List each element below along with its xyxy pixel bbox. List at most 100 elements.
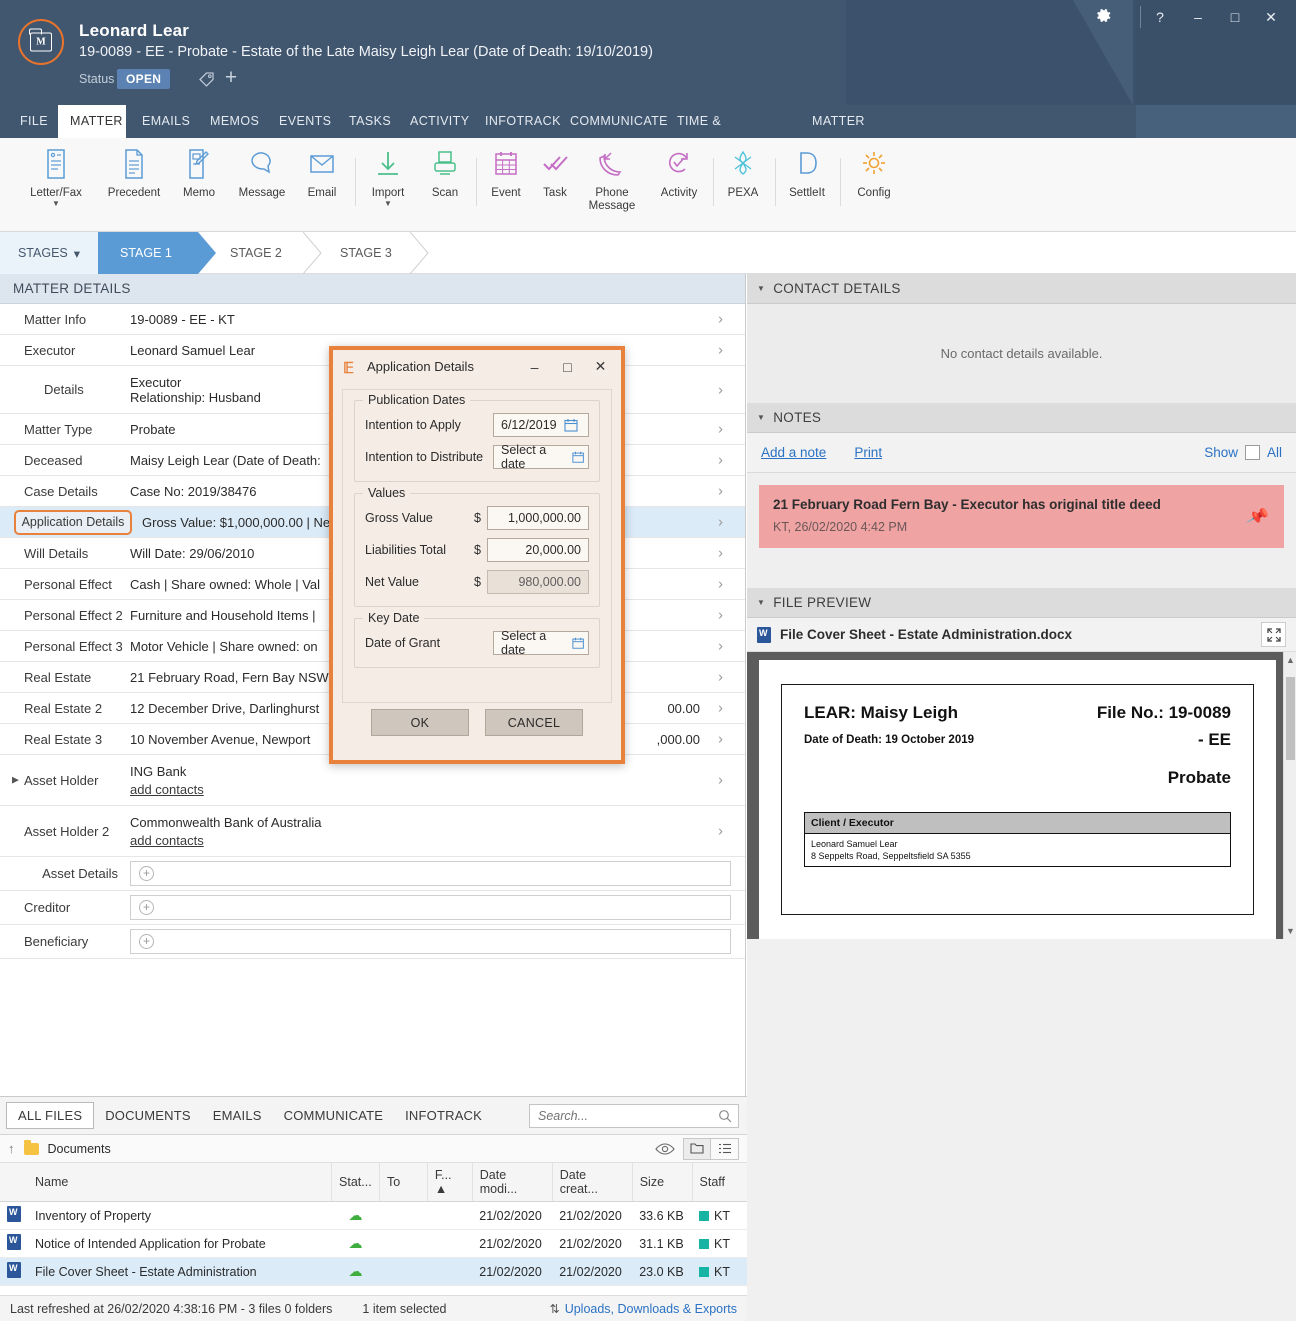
col-staff[interactable]: Staff xyxy=(692,1163,747,1202)
add-contacts-link[interactable]: add contacts xyxy=(130,833,204,848)
ribbon-config[interactable]: Config xyxy=(845,144,903,200)
ribbon-settleit[interactable]: SettleIt xyxy=(778,144,836,200)
help-button[interactable]: ? xyxy=(1144,5,1176,29)
col-from[interactable]: F... ▲ xyxy=(427,1163,473,1202)
intention-to-distribute-input[interactable]: Select a date xyxy=(493,443,589,471)
calendar-icon[interactable] xyxy=(564,418,578,432)
cancel-button[interactable]: CANCEL xyxy=(485,709,583,736)
ribbon-message[interactable]: Message xyxy=(233,144,291,200)
dialog-close-button[interactable]: ✕ xyxy=(584,353,617,380)
scroll-down-arrow-icon[interactable]: ▼ xyxy=(1284,923,1296,939)
liabilities-total-input[interactable]: 20,000.00 xyxy=(487,537,589,562)
col-date-created[interactable]: Date creat... xyxy=(552,1163,633,1202)
note-item[interactable]: 21 February Road Fern Bay - Executor has… xyxy=(759,485,1284,548)
chevron-down-icon[interactable]: ▼ xyxy=(27,200,85,208)
tab-events[interactable]: EVENTS xyxy=(267,105,331,138)
scroll-up-arrow-icon[interactable]: ▲ xyxy=(1284,652,1296,668)
preview-scrollbar[interactable]: ▲ ▼ xyxy=(1283,652,1296,939)
ribbon-email[interactable]: Email xyxy=(293,144,351,200)
plus-circle-icon[interactable]: + xyxy=(139,866,154,881)
ok-button[interactable]: OK xyxy=(371,709,469,736)
tab-matter-insights[interactable]: MATTER INSIGHTS xyxy=(800,105,922,161)
chevron-right-icon[interactable]: › xyxy=(718,772,723,789)
uploads-downloads-exports-link[interactable]: Uploads, Downloads & Exports xyxy=(565,1302,737,1316)
matter-detail-row-matter-info[interactable]: Matter Info 19-0089 - EE - KT › xyxy=(0,304,745,335)
navigate-up-icon[interactable]: ↑ xyxy=(8,1141,15,1156)
calendar-icon[interactable] xyxy=(572,450,584,464)
col-status[interactable]: Stat... xyxy=(331,1163,380,1202)
tab-matter[interactable]: MATTER xyxy=(58,105,126,138)
tag-icon[interactable] xyxy=(199,71,215,87)
tab-activity[interactable]: ACTIVITY xyxy=(398,105,469,138)
matter-detail-row-asset-holder-2[interactable]: Asset Holder 2 Commonwealth Bank of Aust… xyxy=(0,806,745,857)
date-of-grant-input[interactable]: Select a date xyxy=(493,629,589,657)
dialog-minimize-button[interactable]: – xyxy=(518,353,551,380)
stage-1[interactable]: STAGE 1 xyxy=(98,232,198,274)
ribbon-memo[interactable]: Memo xyxy=(170,144,228,200)
calendar-icon[interactable] xyxy=(572,636,584,650)
matter-detail-row-beneficiary[interactable]: Beneficiary + xyxy=(0,925,745,959)
tab-time-expenses[interactable]: TIME & EXPENSES xyxy=(665,105,783,161)
tab-communicate[interactable]: COMMUNICATE xyxy=(558,105,668,138)
ribbon-task[interactable]: Task xyxy=(526,144,584,200)
table-row[interactable]: Inventory of Property ☁ 21/02/2020 21/02… xyxy=(0,1201,747,1230)
tab-memos[interactable]: MEMOS xyxy=(198,105,262,138)
add-note-link[interactable]: Add a note xyxy=(761,445,826,460)
add-tag-icon[interactable]: + xyxy=(222,67,240,88)
chevron-right-icon[interactable]: › xyxy=(718,638,723,655)
show-all-toggle[interactable]: Show All xyxy=(1204,445,1282,460)
close-button[interactable]: ✕ xyxy=(1255,5,1287,29)
print-notes-link[interactable]: Print xyxy=(854,445,882,460)
tab-file[interactable]: FILE xyxy=(8,105,55,138)
plus-circle-icon[interactable]: + xyxy=(139,900,154,915)
stages-dropdown[interactable]: STAGES ▾ xyxy=(0,232,98,274)
plus-circle-icon[interactable]: + xyxy=(139,934,154,949)
ribbon-import[interactable]: Import ▼ xyxy=(359,144,417,208)
table-row[interactable]: Notice of Intended Application for Proba… xyxy=(0,1229,747,1258)
asset-details-input[interactable]: + xyxy=(130,861,731,886)
folder-view-button[interactable] xyxy=(683,1137,711,1160)
chevron-right-icon[interactable]: › xyxy=(718,452,723,469)
gear-icon[interactable] xyxy=(1094,6,1113,25)
chevron-right-icon[interactable]: › xyxy=(718,421,723,438)
col-to[interactable]: To xyxy=(379,1163,428,1202)
show-all-checkbox[interactable] xyxy=(1244,445,1260,460)
beneficiary-input[interactable]: + xyxy=(130,929,731,954)
chevron-right-icon[interactable]: › xyxy=(718,576,723,593)
list-view-button[interactable] xyxy=(711,1137,739,1160)
tab-infotrack[interactable]: INFOTRACK xyxy=(473,105,560,138)
expand-preview-button[interactable] xyxy=(1261,622,1286,647)
maximize-button[interactable]: □ xyxy=(1219,5,1251,29)
tab-tasks[interactable]: TASKS xyxy=(337,105,393,138)
col-size[interactable]: Size xyxy=(632,1163,693,1202)
intention-to-apply-input[interactable]: 6/12/2019 xyxy=(493,412,589,437)
chevron-right-icon[interactable]: › xyxy=(718,700,723,717)
gross-value-input[interactable]: 1,000,000.00 xyxy=(487,505,589,530)
stage-3[interactable]: STAGE 3 xyxy=(318,232,413,274)
col-date-modified[interactable]: Date modi... xyxy=(472,1163,553,1202)
dialog-maximize-button[interactable]: □ xyxy=(551,353,584,380)
chevron-right-icon[interactable]: › xyxy=(718,731,723,748)
chevron-right-icon[interactable]: › xyxy=(718,311,723,328)
stage-2[interactable]: STAGE 2 xyxy=(208,232,303,274)
chevron-right-icon[interactable]: › xyxy=(718,483,723,500)
matter-detail-row-creditor[interactable]: Creditor + xyxy=(0,891,745,925)
ribbon-scan[interactable]: Scan xyxy=(416,144,474,200)
status-badge[interactable]: OPEN xyxy=(117,69,171,89)
chevron-right-icon[interactable]: › xyxy=(718,669,723,686)
ribbon-activity[interactable]: Activity xyxy=(650,144,708,200)
contact-details-header[interactable]: ▼ CONTACT DETAILS xyxy=(747,274,1296,304)
col-name[interactable]: Name xyxy=(28,1163,333,1202)
chevron-right-icon[interactable]: › xyxy=(718,545,723,562)
files-tab-emails[interactable]: EMAILS xyxy=(202,1103,273,1128)
ribbon-letter-fax[interactable]: Letter/Fax ▼ xyxy=(27,144,85,208)
files-search-input[interactable] xyxy=(536,1107,718,1124)
preview-eye-icon[interactable] xyxy=(655,1142,675,1156)
ribbon-phone-message[interactable]: Phone Message xyxy=(583,144,641,213)
files-tab-communicate[interactable]: COMMUNICATE xyxy=(273,1103,394,1128)
breadcrumb-label[interactable]: Documents xyxy=(48,1142,111,1156)
matter-detail-row-asset-details[interactable]: Asset Details + xyxy=(0,857,745,891)
chevron-right-icon[interactable]: › xyxy=(718,381,723,398)
file-preview-header[interactable]: ▼ FILE PREVIEW xyxy=(747,588,1296,618)
creditor-input[interactable]: + xyxy=(130,895,731,920)
